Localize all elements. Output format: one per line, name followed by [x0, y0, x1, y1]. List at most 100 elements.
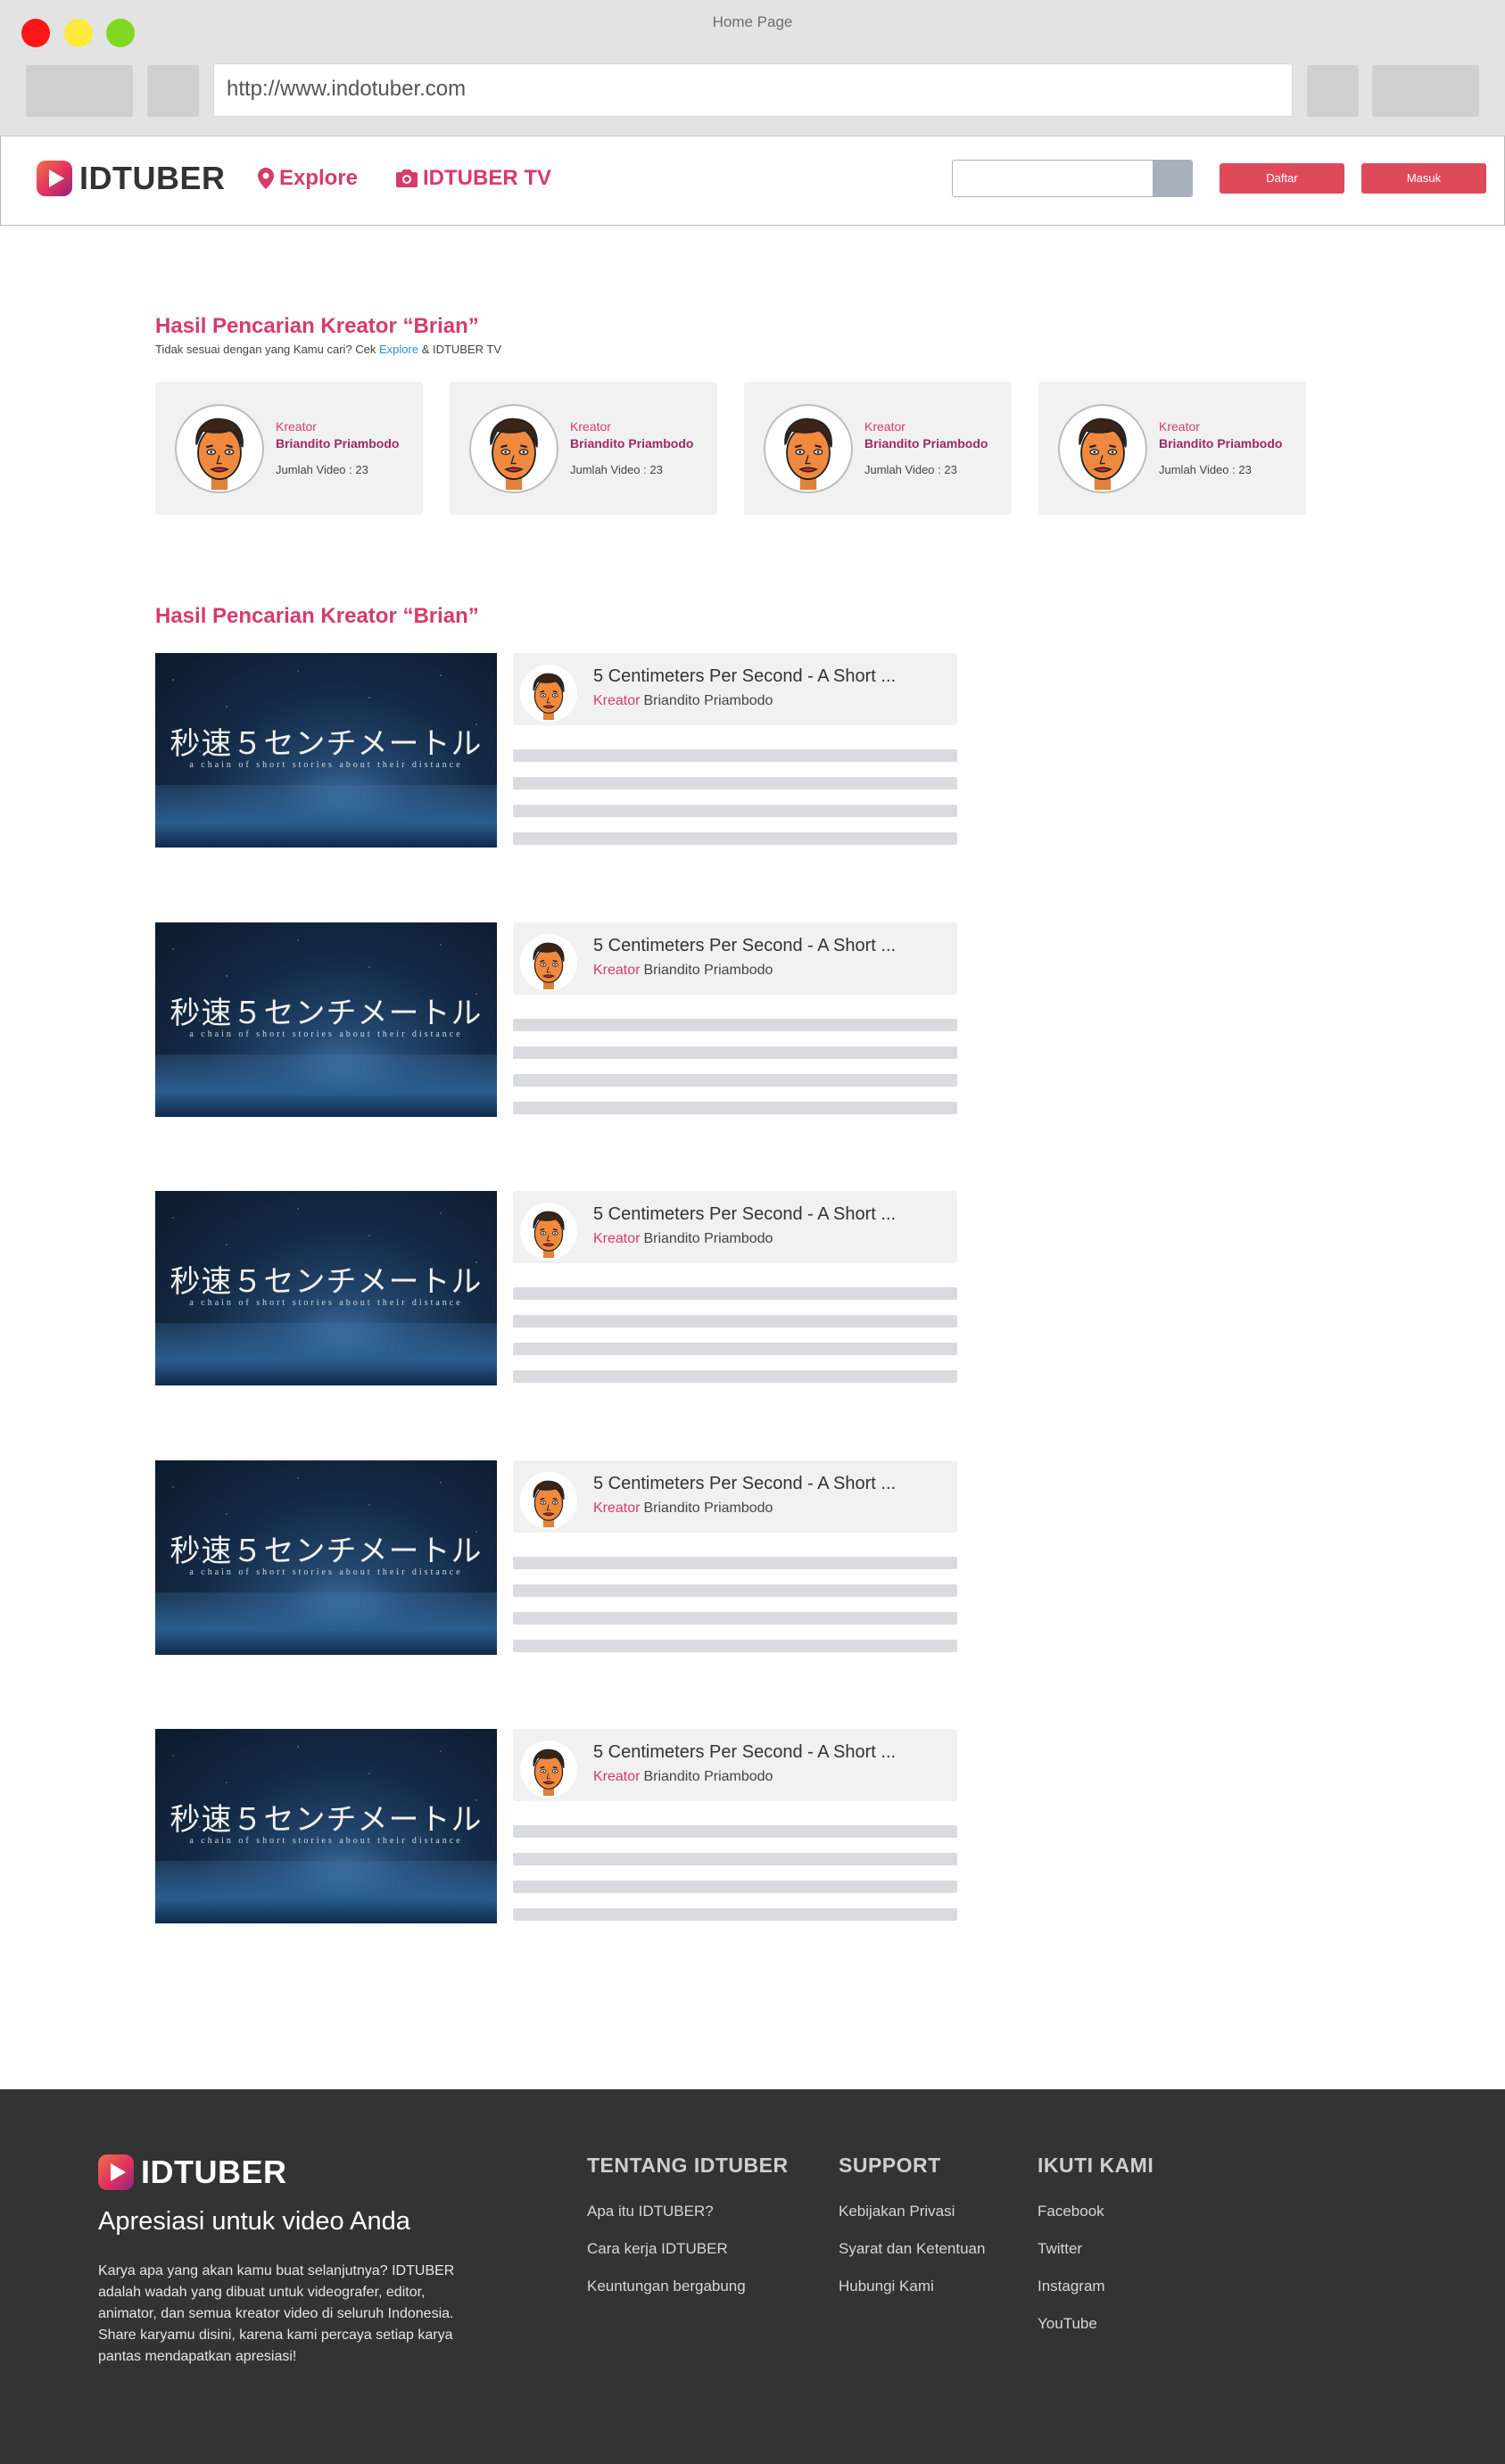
- creator-avatar: [175, 404, 264, 493]
- facebook-link[interactable]: Facebook: [1038, 2203, 1154, 2220]
- video-title[interactable]: 5 Centimeters Per Second - A Short ...: [593, 1474, 896, 1494]
- footer-link[interactable]: Cara kerja IDTUBER: [587, 2240, 789, 2258]
- login-button[interactable]: Masuk: [1361, 163, 1486, 194]
- description-placeholder-line: [513, 749, 957, 762]
- creator-name[interactable]: Briandito Priambodo: [276, 436, 399, 451]
- creator-name[interactable]: Briandito Priambodo: [1159, 436, 1282, 451]
- footer-description: Karya apa yang akan kamu buat selanjutny…: [98, 2263, 455, 2364]
- video-result-row: 秒速５センチメートル a chain of short stories about…: [155, 922, 958, 1117]
- thumbnail-subtitle: a chain of short stories about their dis…: [189, 1567, 463, 1577]
- youtube-link[interactable]: YouTube: [1038, 2315, 1154, 2333]
- video-info-card[interactable]: 5 Centimeters Per Second - A Short ... Kr…: [513, 653, 957, 725]
- video-thumbnail[interactable]: 秒速５センチメートル a chain of short stories about…: [155, 1191, 497, 1385]
- thumbnail-subtitle: a chain of short stories about their dis…: [189, 1029, 463, 1039]
- creator-results-title: Hasil Pencarian Kreator “Brian”: [155, 314, 479, 338]
- thumbnail-subtitle: a chain of short stories about their dis…: [189, 1836, 463, 1846]
- creator-card[interactable]: Kreator Briandito Priambodo Jumlah Video :…: [155, 382, 423, 515]
- nav-explore-link[interactable]: Explore: [258, 166, 358, 191]
- description-placeholder-line: [513, 1640, 957, 1652]
- subtitle-suffix: & IDTUBER TV: [418, 343, 502, 356]
- search-input[interactable]: [953, 161, 1153, 196]
- video-creator: Kreator Briandito Priambodo: [593, 693, 773, 709]
- creator-card[interactable]: Kreator Briandito Priambodo Jumlah Video :…: [1038, 382, 1306, 515]
- video-creator-name[interactable]: Briandito Priambodo: [643, 1501, 773, 1516]
- video-creator-label: Kreator: [593, 1501, 641, 1516]
- video-results-title: Hasil Pencarian Kreator “Brian”: [155, 604, 479, 628]
- creator-name[interactable]: Briandito Priambodo: [570, 436, 693, 451]
- video-result-row: 秒速５センチメートル a chain of short stories about…: [155, 653, 958, 848]
- creator-avatar-icon: [195, 418, 244, 490]
- search-button[interactable]: [1153, 161, 1192, 196]
- creator-video-count: Jumlah Video : 23: [570, 463, 663, 476]
- video-creator-name[interactable]: Briandito Priambodo: [643, 1769, 773, 1784]
- video-creator-avatar: [520, 665, 577, 722]
- video-creator: Kreator Briandito Priambodo: [593, 1231, 773, 1247]
- site-header: IDTUBER Explore IDTUBER TV Daftar Masuk: [0, 136, 1505, 226]
- creator-video-count: Jumlah Video : 23: [864, 463, 957, 476]
- video-info-card[interactable]: 5 Centimeters Per Second - A Short ... Kr…: [513, 1191, 957, 1263]
- video-thumbnail[interactable]: 秒速５センチメートル a chain of short stories about…: [155, 1729, 497, 1923]
- thumbnail-title: 秒速５センチメートル: [170, 1534, 483, 1569]
- video-title[interactable]: 5 Centimeters Per Second - A Short ...: [593, 666, 896, 687]
- video-title[interactable]: 5 Centimeters Per Second - A Short ...: [593, 1742, 896, 1763]
- thumbnail-title: 秒速５センチメートル: [170, 726, 483, 762]
- video-thumbnail[interactable]: 秒速５センチメートル a chain of short stories about…: [155, 922, 497, 1117]
- description-placeholder-line: [513, 1825, 957, 1838]
- creator-avatar-icon: [533, 673, 565, 720]
- video-creator-name[interactable]: Briandito Priambodo: [643, 963, 773, 978]
- footer-brand-name: IDTUBER: [141, 2154, 287, 2190]
- description-placeholder-line: [513, 832, 957, 845]
- description-placeholder-line: [513, 1881, 957, 1893]
- explore-link[interactable]: Explore: [379, 343, 418, 356]
- address-bar[interactable]: http://www.indotuber.com: [213, 63, 1293, 117]
- video-thumbnail[interactable]: 秒速５センチメートル a chain of short stories about…: [155, 1460, 497, 1655]
- video-creator-avatar: [520, 1472, 577, 1529]
- thumbnail-subtitle: a chain of short stories about their dis…: [189, 1298, 463, 1308]
- description-placeholder-line: [513, 1074, 957, 1087]
- creator-avatar-icon: [490, 418, 538, 490]
- footer-link[interactable]: Keuntungan bergabung: [587, 2278, 789, 2295]
- creator-role: Kreator: [570, 419, 611, 434]
- description-placeholder-line: [513, 777, 957, 790]
- creator-card[interactable]: Kreator Briandito Priambodo Jumlah Video :…: [744, 382, 1012, 515]
- footer-link[interactable]: Hubungi Kami: [839, 2278, 985, 2295]
- creator-avatar-icon: [1079, 418, 1127, 490]
- toolbar-button[interactable]: [1372, 65, 1479, 117]
- video-creator-avatar: [520, 934, 577, 991]
- video-info-card[interactable]: 5 Centimeters Per Second - A Short ... Kr…: [513, 1460, 957, 1533]
- footer-brand-logo[interactable]: IDTUBER: [98, 2154, 287, 2191]
- creator-avatar-icon: [533, 942, 565, 989]
- description-placeholder-line: [513, 1046, 957, 1059]
- site-footer: IDTUBER Apresiasi untuk video Anda Karya…: [0, 2089, 1505, 2464]
- video-info-card[interactable]: 5 Centimeters Per Second - A Short ... Kr…: [513, 922, 957, 995]
- video-creator-name[interactable]: Briandito Priambodo: [643, 1231, 773, 1246]
- creator-name[interactable]: Briandito Priambodo: [864, 436, 988, 451]
- video-creator-avatar: [520, 1741, 577, 1798]
- register-button[interactable]: Daftar: [1220, 163, 1344, 194]
- video-info-card[interactable]: 5 Centimeters Per Second - A Short ... Kr…: [513, 1729, 957, 1801]
- instagram-link[interactable]: Instagram: [1038, 2278, 1154, 2295]
- footer-link[interactable]: Apa itu IDTUBER?: [587, 2203, 789, 2220]
- footer-link[interactable]: Kebijakan Privasi: [839, 2203, 985, 2220]
- video-creator-label: Kreator: [593, 1231, 641, 1246]
- brand-logo[interactable]: IDTUBER: [37, 160, 226, 197]
- video-creator-name[interactable]: Briandito Priambodo: [643, 693, 773, 708]
- footer-link[interactable]: Syarat dan Ketentuan: [839, 2240, 985, 2258]
- twitter-link[interactable]: Twitter: [1038, 2240, 1154, 2258]
- toolbar-button[interactable]: [1307, 65, 1359, 117]
- back-button[interactable]: [26, 65, 133, 117]
- video-title[interactable]: 5 Centimeters Per Second - A Short ...: [593, 936, 896, 956]
- nav-tv-link[interactable]: IDTUBER TV: [396, 166, 551, 191]
- creator-avatar-icon: [533, 1749, 565, 1796]
- creator-video-count: Jumlah Video : 23: [1159, 463, 1252, 476]
- creator-card[interactable]: Kreator Briandito Priambodo Jumlah Video :…: [450, 382, 717, 515]
- footer-heading-about: TENTANG IDTUBER: [587, 2154, 789, 2177]
- creator-role: Kreator: [864, 419, 905, 434]
- subtitle-prefix: Tidak sesuai dengan yang Kamu cari? Cek: [155, 343, 379, 356]
- creator-avatar-icon: [533, 1211, 565, 1258]
- description-placeholder-line: [513, 1908, 957, 1921]
- forward-button[interactable]: [147, 65, 199, 117]
- thumbnail-title: 秒速５センチメートル: [170, 996, 483, 1031]
- video-thumbnail[interactable]: 秒速５センチメートル a chain of short stories about…: [155, 653, 497, 848]
- video-title[interactable]: 5 Centimeters Per Second - A Short ...: [593, 1204, 896, 1225]
